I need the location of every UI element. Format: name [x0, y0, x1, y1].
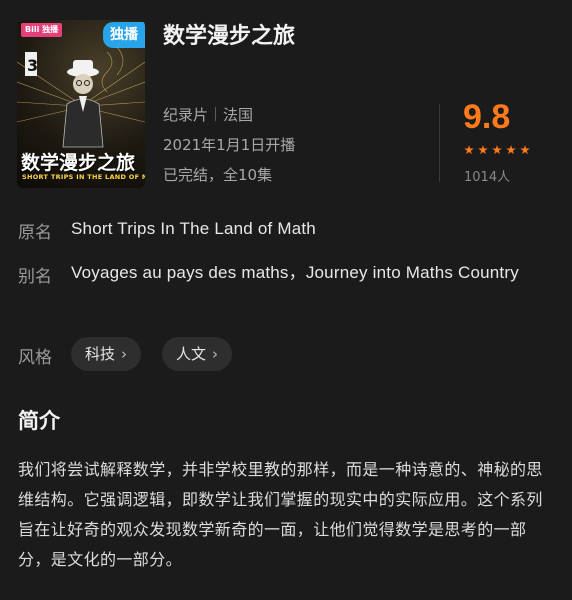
- star-icon: [478, 145, 488, 155]
- vertical-divider: [439, 104, 440, 182]
- rating-stars: [464, 145, 530, 155]
- star-icon: [506, 145, 516, 155]
- synopsis-text: 我们将尝试解释数学，并非学校里教的那样，而是一种诗意的、神秘的思维结构。它强调逻…: [18, 460, 543, 569]
- poster-subtitle: SHORT TRIPS IN THE LAND OF MATH: [22, 173, 145, 181]
- synopsis-heading: 简介: [18, 409, 60, 433]
- poster-figure-illustration: 3: [17, 46, 145, 148]
- original-name-value: Short Trips In The Land of Math: [71, 219, 316, 238]
- genre-tag-humanities[interactable]: 人文 ›: [162, 337, 233, 371]
- show-title: 数学漫步之旅: [163, 24, 296, 49]
- alias-value: Voyages au pays des maths，Journey into M…: [71, 263, 519, 282]
- rating-count: 1014人: [464, 170, 511, 185]
- genre-label: 风格: [18, 348, 52, 368]
- alias-label: 别名: [18, 267, 52, 287]
- star-icon: [520, 145, 530, 155]
- category-text: 纪录片: [163, 106, 209, 124]
- star-icon: [492, 145, 502, 155]
- svg-text:3: 3: [27, 56, 38, 75]
- episode-status: 已完结，全10集: [163, 166, 273, 184]
- meta-separator: [215, 107, 217, 121]
- platform-logo: Bili 独播: [21, 23, 63, 37]
- region-text: 法国: [223, 106, 254, 124]
- chevron-right-icon: ›: [212, 345, 219, 363]
- chevron-right-icon: ›: [121, 345, 128, 363]
- star-icon: [464, 145, 474, 155]
- genre-tag-label: 人文: [176, 345, 207, 363]
- genre-tag-label: 科技: [85, 345, 116, 363]
- meta-category-region: 纪录片 法国: [163, 104, 253, 125]
- poster-title: 数学漫步之旅: [21, 152, 136, 174]
- genre-tag-tech[interactable]: 科技 ›: [71, 337, 142, 371]
- release-date: 2021年1月1日开播: [163, 136, 296, 154]
- original-name-label: 原名: [18, 223, 52, 243]
- rating-score: 9.8: [463, 98, 511, 136]
- poster-image[interactable]: Bili 独播 独播 3 数学漫步之旅 SHORT TRIPS IN THE L…: [17, 20, 145, 188]
